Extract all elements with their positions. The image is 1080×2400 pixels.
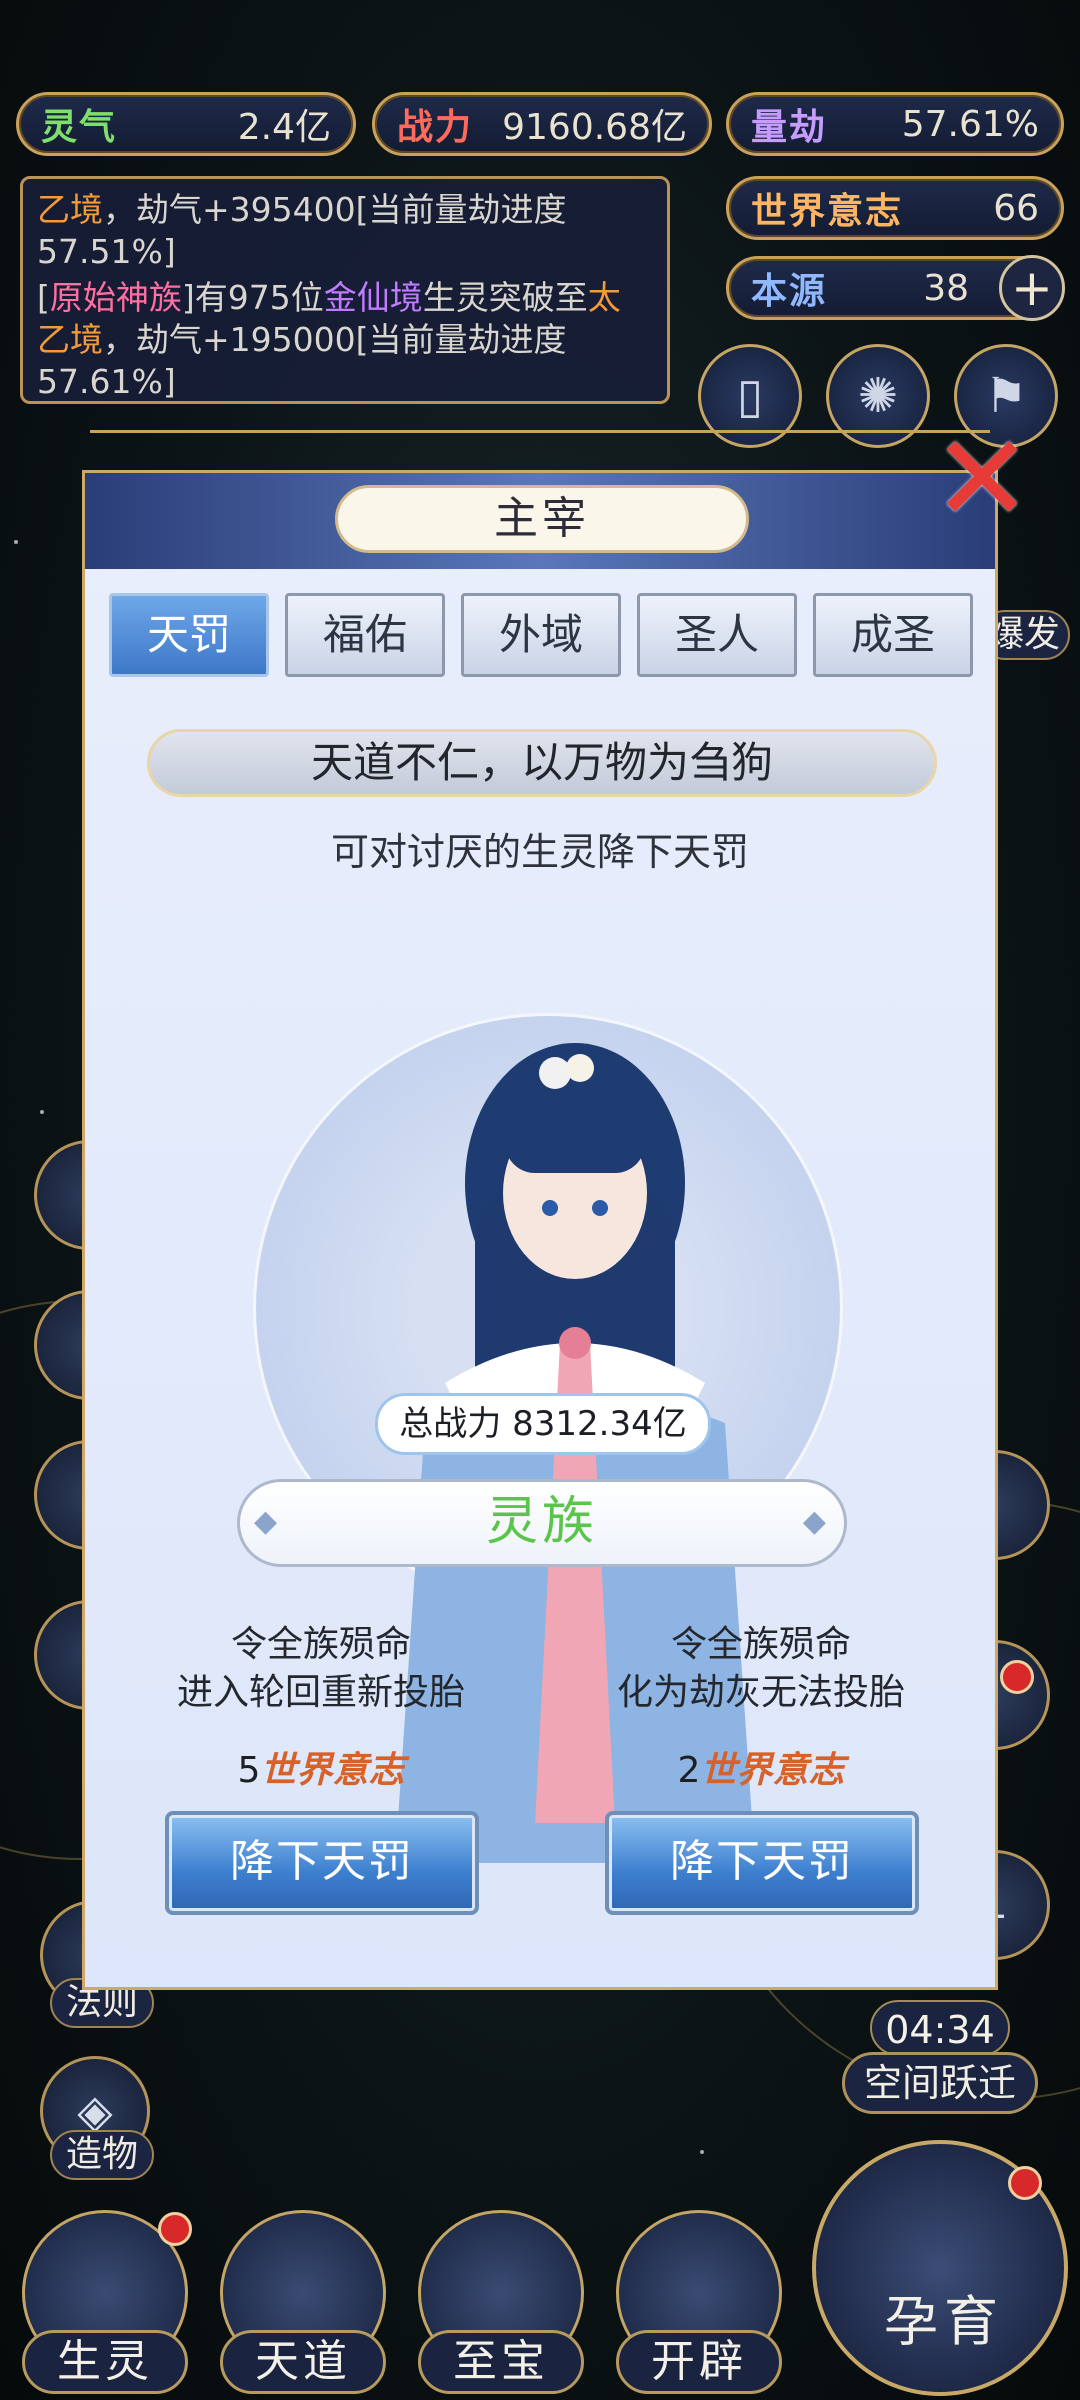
nav-tiandao-label[interactable]: 天道: [220, 2330, 386, 2394]
zhanli-label: 战力: [397, 107, 474, 148]
notification-dot: [1008, 2166, 1042, 2200]
tab-shengren[interactable]: 圣人: [637, 593, 797, 677]
liangjie-pill: 量劫 57.61%: [726, 92, 1064, 156]
modal-tabs: 天罚 福佑 外域 圣人 成圣: [109, 593, 973, 677]
vortex-icon: ✺: [857, 368, 899, 424]
event-log: 乙境，劫气+395400[当前量劫进度57.51%] [原始神族]有975位金仙…: [20, 176, 670, 404]
modal-top-frame: [90, 430, 990, 433]
space-jump-button[interactable]: 空间跃迁: [842, 2052, 1038, 2114]
lingqi-value: 2.4亿: [237, 107, 331, 148]
log-entry: 乙境，劫气+395400[当前量劫进度57.51%]: [37, 190, 567, 271]
motto-banner: 天道不仁，以万物为刍狗: [147, 729, 937, 797]
option-right-cost: 2世界意志: [677, 1750, 845, 1791]
punish-annihilate-button[interactable]: 降下天罚: [605, 1811, 919, 1915]
shijie-yizhi-label: 世界意志: [751, 191, 904, 232]
close-icon[interactable]: ✕: [932, 420, 1033, 540]
modal-title: 主宰: [335, 485, 749, 553]
nav-kaipi-label[interactable]: 开辟: [616, 2330, 782, 2394]
liangjie-value: 57.61%: [901, 103, 1039, 145]
nav-zhibao-label[interactable]: 至宝: [418, 2330, 584, 2394]
punish-reincarnate-button[interactable]: 降下天罚: [165, 1811, 479, 1915]
lingqi-pill: 灵气 2.4亿: [16, 92, 356, 156]
option-left-text: 令全族殒命 进入轮回重新投胎: [176, 1624, 465, 1713]
benyuan-pill: 本源 38 +: [726, 255, 1065, 321]
zhanli-pill: 战力 9160.68亿: [372, 92, 712, 156]
shijie-yizhi-pill: 世界意志 66: [726, 176, 1064, 240]
race-selector[interactable]: 灵族: [237, 1479, 847, 1567]
tab-fuyou[interactable]: 福佑: [285, 593, 445, 677]
liangjie-label: 量劫: [751, 107, 828, 148]
nav-shengling-label[interactable]: 生灵: [22, 2330, 188, 2394]
option-left-cost: 5世界意志: [237, 1750, 405, 1791]
tab-chengsheng[interactable]: 成圣: [813, 593, 973, 677]
zhanli-value: 9160.68亿: [502, 107, 687, 148]
benyuan-value: 38: [923, 267, 969, 309]
shijie-yizhi-value: 66: [993, 187, 1039, 229]
total-power-tag: 总战力 8312.34亿: [375, 1393, 711, 1455]
creation-label: 造物: [50, 2130, 155, 2180]
notification-dot: [158, 2212, 192, 2246]
log-entry: [原始神族]有975位金仙境生灵突破至太乙境，劫气+195000[当前量劫进度5…: [37, 278, 621, 401]
tab-waiyu[interactable]: 外域: [461, 593, 621, 677]
benyuan-add-button[interactable]: +: [999, 255, 1065, 321]
yunyu-label[interactable]: 孕育: [856, 2286, 1032, 2362]
option-right-text: 令全族殒命 化为劫灰无法投胎: [616, 1624, 905, 1713]
benyuan-label: 本源: [751, 271, 828, 312]
tab-tianfa[interactable]: 天罚: [109, 593, 269, 677]
description-text: 可对讨厌的生灵降下天罚: [330, 830, 749, 874]
dominion-modal: 主宰 天罚 福佑 外域 圣人 成圣 天道不仁，以万物为刍狗 可对讨厌的生灵降下天…: [82, 470, 998, 1990]
scroll-icon: ▯: [736, 368, 764, 424]
lingqi-label: 灵气: [41, 107, 118, 148]
space-jump-timer: 04:34: [870, 2000, 1010, 2056]
notification-dot: [1000, 1660, 1034, 1694]
